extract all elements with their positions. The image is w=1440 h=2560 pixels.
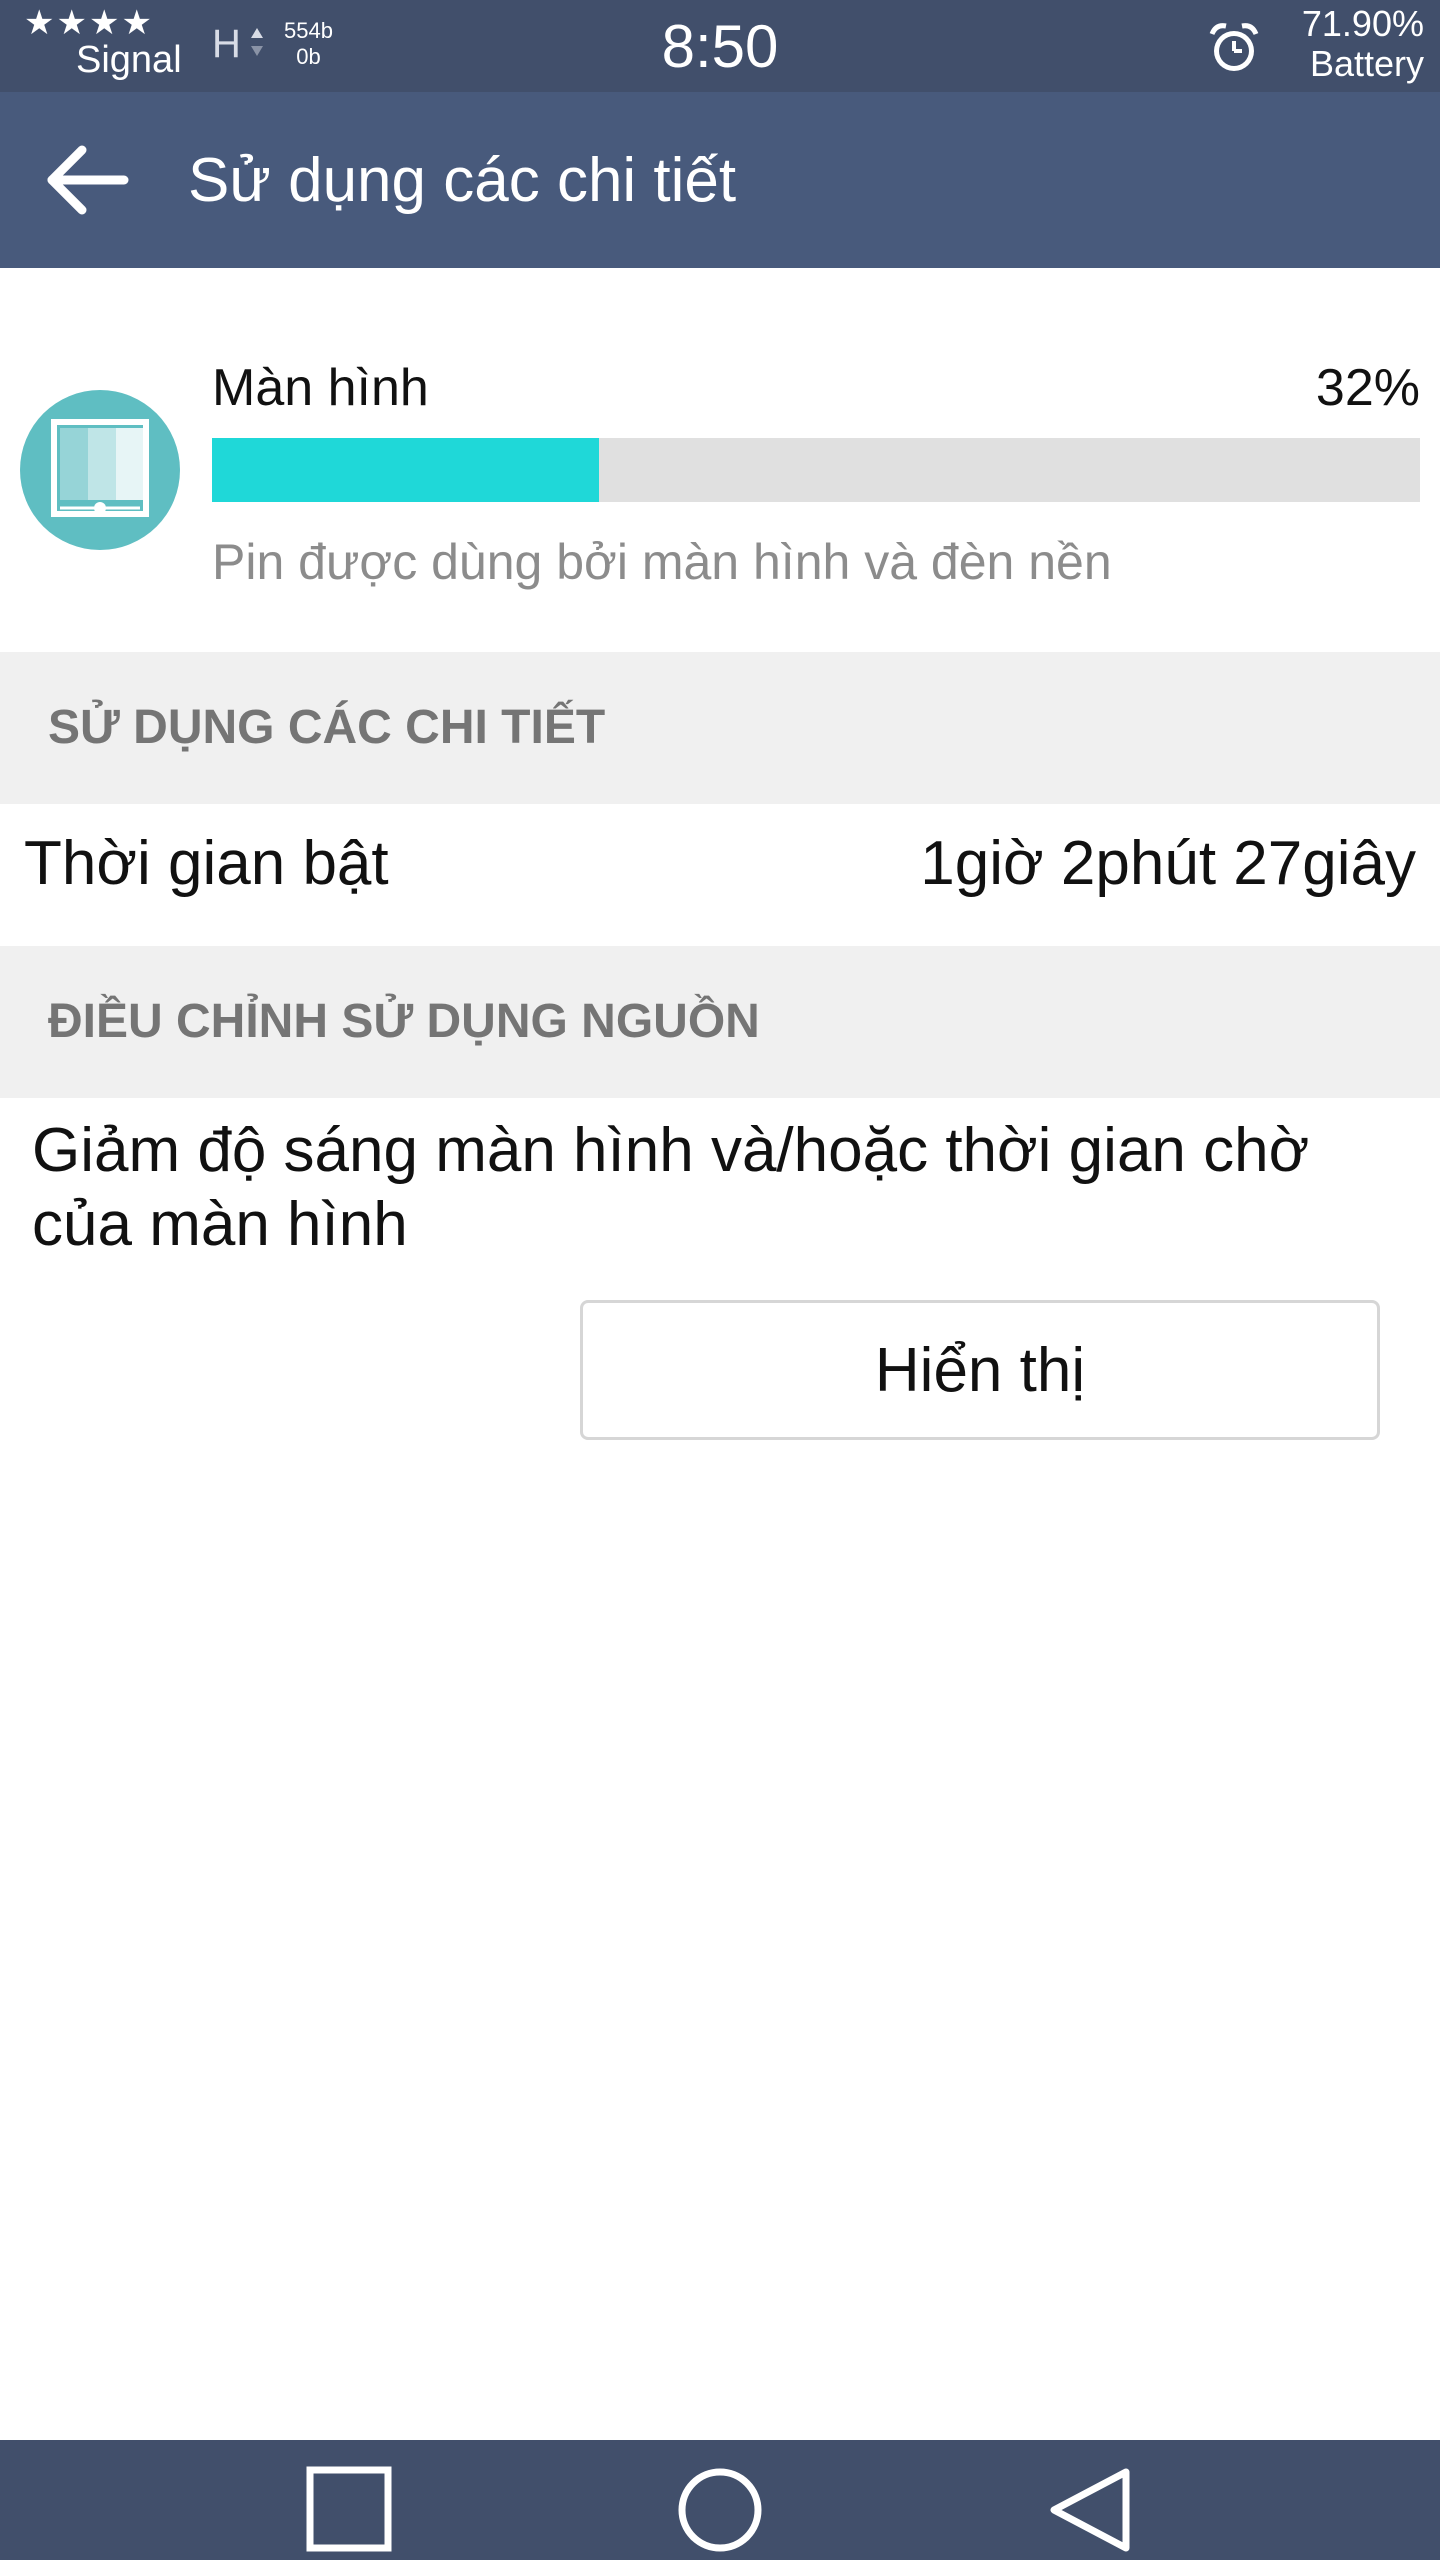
usage-name: Màn hình [212, 359, 429, 417]
usage-percent: 32% [1315, 359, 1420, 417]
alarm-clock-icon [1209, 23, 1259, 71]
section-header-adjust: ĐIỀU CHỈNH SỬ DỤNG NGUỒN [0, 946, 1440, 1098]
app-bar: Sử dụng các chi tiết [0, 92, 1440, 268]
recents-square-icon[interactable] [300, 2460, 400, 2560]
back-triangle-icon[interactable] [1040, 2460, 1140, 2560]
display-icon [20, 390, 180, 550]
section-header-details: SỬ DỤNG CÁC CHI TIẾT [0, 652, 1440, 804]
battery-label: Battery [1309, 43, 1424, 84]
on-time-label: Thời gian bật [24, 829, 389, 898]
section-header-details-label: SỬ DỤNG CÁC CHI TIẾT [48, 701, 606, 754]
home-circle-icon[interactable] [670, 2460, 770, 2560]
on-time-value: 1giờ 2phút 27giây [920, 829, 1416, 898]
battery-indicator: 71.90% Battery [1302, 4, 1424, 84]
navigation-bar [0, 2440, 1440, 2560]
status-bar: ★★★★ Signal H 554b 0b 8:50 71.90% Batter… [0, 0, 1440, 92]
section-header-adjust-label: ĐIỀU CHỈNH SỬ DỤNG NGUỒN [48, 995, 760, 1048]
display-settings-button[interactable]: Hiển thị [580, 1300, 1380, 1440]
back-arrow-icon[interactable] [40, 134, 132, 226]
power-suggestion: Giảm độ sáng màn hình và/hoặc thời gian … [32, 1116, 1310, 1259]
page-title: Sử dụng các chi tiết [188, 146, 737, 215]
usage-progress-bar [212, 438, 1420, 502]
usage-description: Pin được dùng bởi màn hình và đèn nền [212, 534, 1112, 590]
battery-percent: 71.90% [1301, 3, 1424, 44]
usage-progress-fill [212, 438, 599, 502]
